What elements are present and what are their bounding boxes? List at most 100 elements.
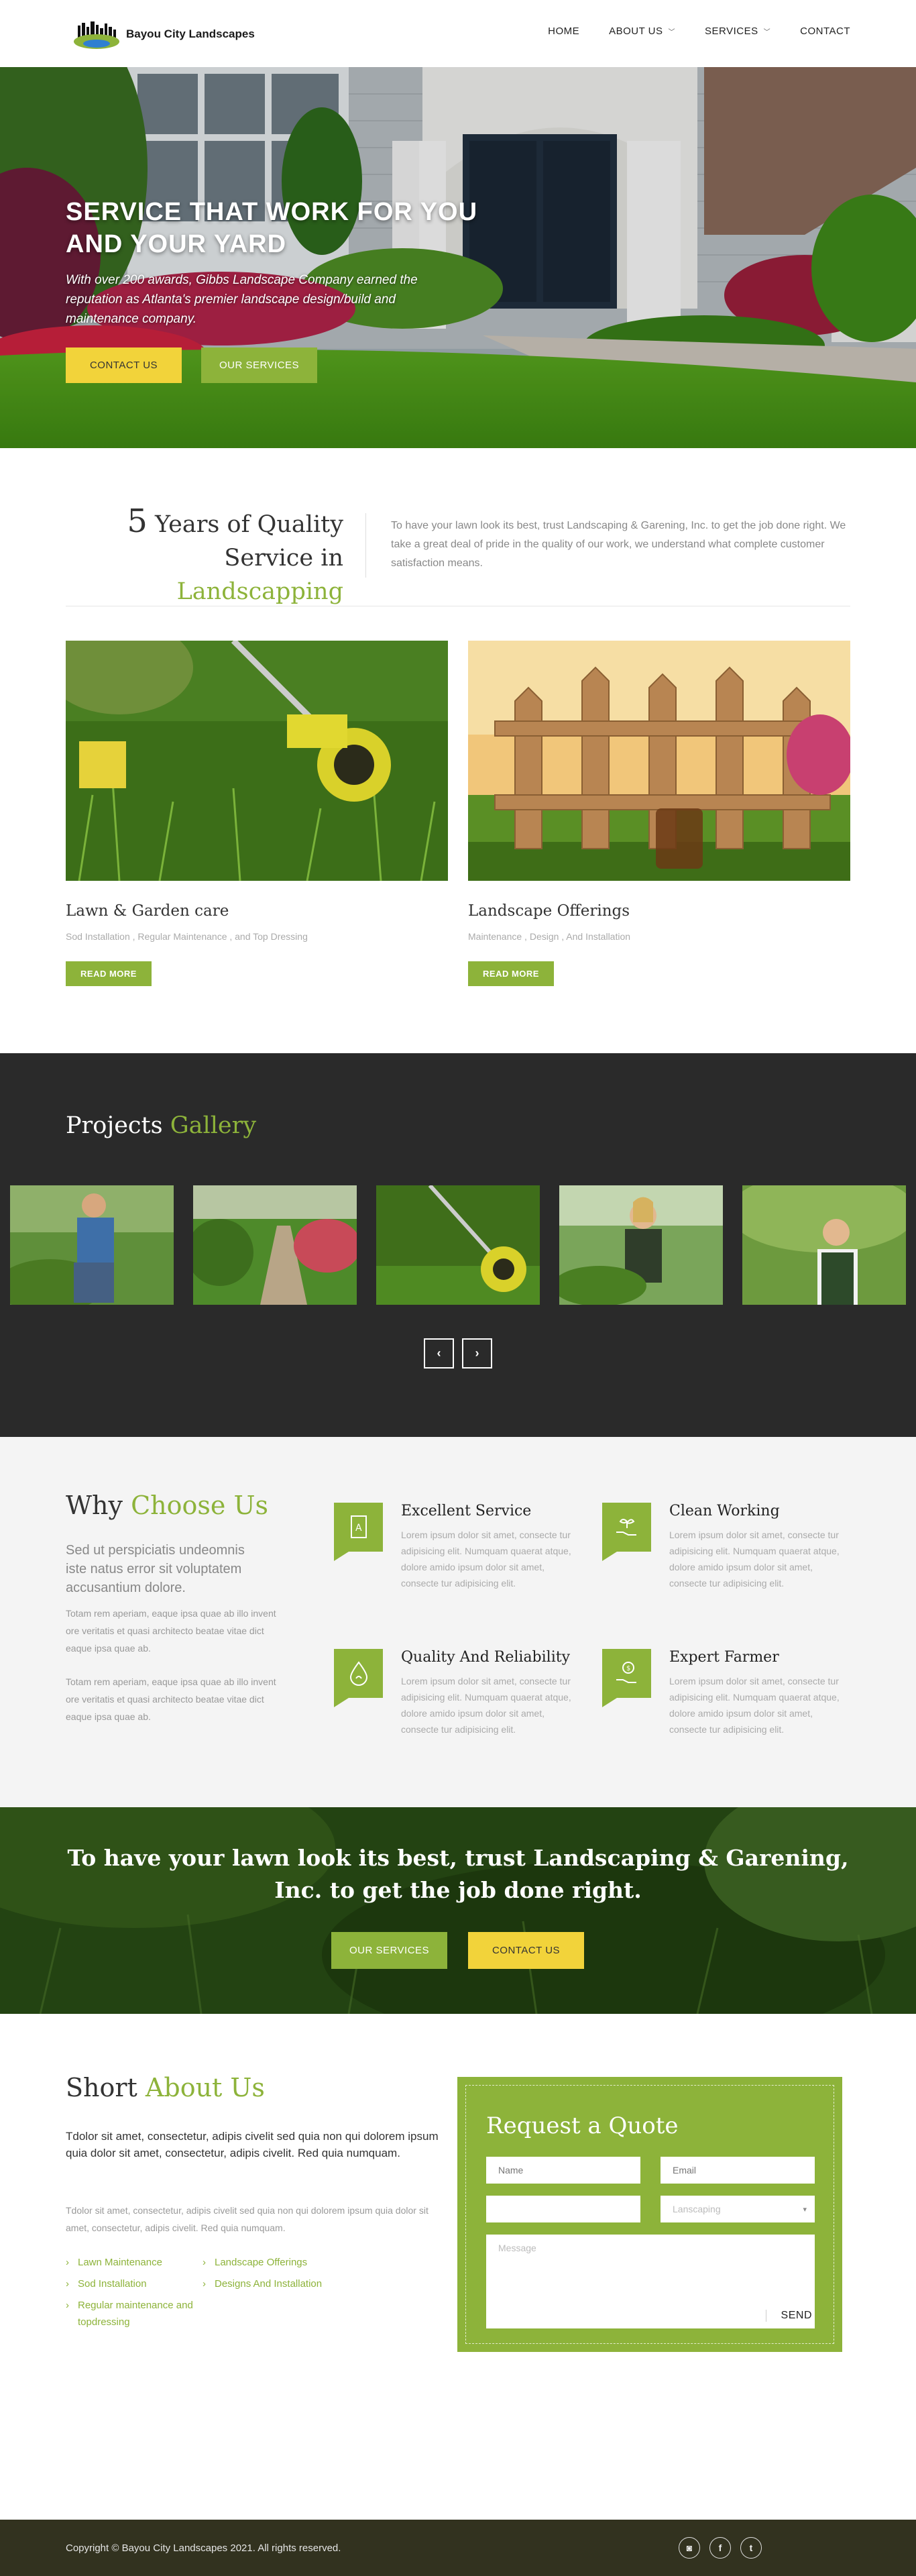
call-to-action: To have your lawn look its best, trust L…: [0, 1807, 916, 2014]
copyright-text: Copyright © Bayou City Landscapes 2021. …: [66, 2542, 341, 2554]
intro-divider: [365, 513, 366, 578]
list-item[interactable]: Designs And Installation: [203, 2275, 377, 2292]
feature-title: Excellent Service: [401, 1503, 532, 1519]
feature-text: Lorem ipsum dolor sit amet, consecte tur…: [401, 1529, 571, 1589]
service-select-value: Lanscaping: [673, 2204, 721, 2214]
feature-text: Lorem ipsum dolor sit amet, consecte tur…: [401, 1676, 571, 1735]
read-more-button[interactable]: READ MORE: [468, 961, 554, 986]
why-lead: Sed ut perspiciatis undeomnis iste natus…: [66, 1543, 245, 1595]
list-item[interactable]: Regular maintenance and topdressing: [66, 2297, 193, 2330]
nav-contact[interactable]: CONTACT: [800, 25, 850, 37]
gallery-title-accent: Gallery: [170, 1112, 257, 1139]
about-list-right: Landscape Offerings Designs And Installa…: [203, 2254, 377, 2297]
logo[interactable]: Bayou City Landscapes: [72, 19, 255, 50]
why-title-part1: Why: [66, 1491, 123, 1520]
svg-text:$: $: [626, 1665, 630, 1672]
hand-plant-icon: [602, 1503, 651, 1561]
service-select[interactable]: Lanscaping ▾: [661, 2196, 815, 2222]
about-title-part1: Short: [66, 2073, 137, 2102]
feature-text: Lorem ipsum dolor sit amet, consecte tur…: [669, 1676, 840, 1735]
gallery-thumb[interactable]: [559, 1185, 723, 1305]
gallery-thumb[interactable]: [193, 1185, 357, 1305]
about-lead: Tdolor sit amet, consectetur, adipis civ…: [66, 2130, 439, 2159]
projects-gallery: Projects Gallery ‹ ›: [0, 1053, 916, 1437]
gallery-title: Projects Gallery: [66, 1112, 256, 1139]
service-subtitle: Sod Installation , Regular Maintenance ,…: [66, 931, 308, 942]
brand-name: Bayou City Landscapes: [126, 28, 255, 40]
service-title: Lawn & Garden care: [66, 902, 229, 920]
site-footer: Copyright © Bayou City Landscapes 2021. …: [0, 2520, 916, 2576]
svg-text:A: A: [355, 1523, 362, 1534]
our-services-button[interactable]: OUR SERVICES: [201, 347, 317, 383]
intro-text: To have your lawn look its best, trust L…: [391, 520, 846, 569]
our-services-button[interactable]: OUR SERVICES: [331, 1932, 447, 1969]
hero-banner: SERVICE THAT WORK FOR YOU AND YOUR YARD …: [0, 67, 916, 448]
facebook-icon[interactable]: f: [709, 2537, 731, 2559]
message-placeholder: Message: [498, 2243, 536, 2253]
service-subtitle: Maintenance , Design , And Installation: [468, 931, 631, 942]
main-nav: HOME ABOUT US ﹀ SERVICES ﹀ CONTACT: [548, 25, 850, 37]
lawn-care-image[interactable]: [66, 641, 448, 881]
about-list-left: Lawn Maintenance Sod Installation Regula…: [66, 2254, 193, 2335]
nav-contact-label: CONTACT: [800, 25, 850, 37]
gallery-title-part1: Projects: [66, 1112, 163, 1139]
why-choose-us: Why Choose Us Sed ut perspiciatis undeom…: [0, 1437, 916, 1807]
quote-form-border: Request a Quote Lanscaping ▾ Message SEN…: [465, 2085, 834, 2344]
why-paragraph: Totam rem aperiam, eaque ipsa quae ab il…: [66, 1608, 276, 1654]
list-item[interactable]: Landscape Offerings: [203, 2254, 377, 2271]
contact-us-button[interactable]: CONTACT US: [468, 1932, 584, 1969]
nav-home-label: HOME: [548, 25, 580, 37]
chevron-down-icon: ﹀: [668, 29, 676, 36]
read-more-button[interactable]: READ MORE: [66, 961, 152, 986]
about-paragraph: Tdolor sit amet, consectetur, adipis civ…: [66, 2205, 428, 2233]
about-title-accent: About Us: [145, 2073, 265, 2102]
document-icon: A: [334, 1503, 383, 1561]
nav-services[interactable]: SERVICES ﹀: [705, 25, 770, 37]
intro-title-part2: Service in: [224, 545, 343, 572]
cta-text: To have your lawn look its best, trust L…: [67, 1845, 849, 1903]
intro-heading: 5 Years of Quality Service in Landscappi…: [66, 504, 343, 608]
hero-title: SERVICE THAT WORK FOR YOU AND YOUR YARD: [66, 198, 478, 258]
email-field[interactable]: [661, 2157, 815, 2184]
instagram-icon[interactable]: ◙: [679, 2537, 700, 2559]
chevron-right-icon: ›: [475, 1346, 479, 1360]
contact-us-button[interactable]: CONTACT US: [66, 347, 182, 383]
nav-services-label: SERVICES: [705, 25, 758, 37]
send-button[interactable]: SEND: [765, 2310, 812, 2322]
feature-title: Expert Farmer: [669, 1649, 779, 1666]
gallery-next-button[interactable]: ›: [462, 1338, 492, 1368]
money-hand-icon: $: [602, 1649, 651, 1707]
water-drop-icon: [334, 1649, 383, 1707]
quote-title: Request a Quote: [486, 2112, 679, 2139]
chevron-down-icon: ▾: [803, 2205, 807, 2214]
list-item[interactable]: Lawn Maintenance: [66, 2254, 193, 2271]
list-item[interactable]: Sod Installation: [66, 2275, 193, 2292]
feature-title: Clean Working: [669, 1503, 780, 1519]
gallery-thumb[interactable]: [742, 1185, 906, 1305]
feature-title: Quality And Reliability: [401, 1649, 571, 1666]
nav-about[interactable]: ABOUT US ﹀: [609, 25, 675, 37]
quote-form: Request a Quote Lanscaping ▾ Message SEN…: [457, 2077, 842, 2352]
name-field[interactable]: [486, 2157, 640, 2184]
intro-title-part1: Years of Quality: [155, 511, 343, 538]
about-title: Short About Us: [66, 2073, 265, 2102]
intro-title-accent: Landscapping: [176, 578, 343, 605]
gallery-thumb[interactable]: [10, 1185, 174, 1305]
chevron-down-icon: ﹀: [763, 29, 771, 36]
grass-background: [0, 1807, 916, 2014]
social-links: ◙ f t: [679, 2537, 762, 2559]
gallery-prev-button[interactable]: ‹: [424, 1338, 454, 1368]
service-title: Landscape Offerings: [468, 902, 630, 920]
why-paragraph: Totam rem aperiam, eaque ipsa quae ab il…: [66, 1676, 276, 1722]
landscape-offerings-image[interactable]: [468, 641, 850, 881]
phone-field[interactable]: [486, 2196, 640, 2222]
nav-home[interactable]: HOME: [548, 25, 579, 37]
why-title-accent: Choose Us: [131, 1491, 268, 1520]
chevron-left-icon: ‹: [437, 1346, 441, 1360]
feature-text: Lorem ipsum dolor sit amet, consecte tur…: [669, 1529, 840, 1589]
nav-about-label: ABOUT US: [609, 25, 663, 37]
twitter-icon[interactable]: t: [740, 2537, 762, 2559]
gallery-thumb[interactable]: [376, 1185, 540, 1305]
why-title: Why Choose Us: [66, 1491, 268, 1520]
site-header: Bayou City Landscapes HOME ABOUT US ﹀ SER…: [0, 0, 916, 67]
